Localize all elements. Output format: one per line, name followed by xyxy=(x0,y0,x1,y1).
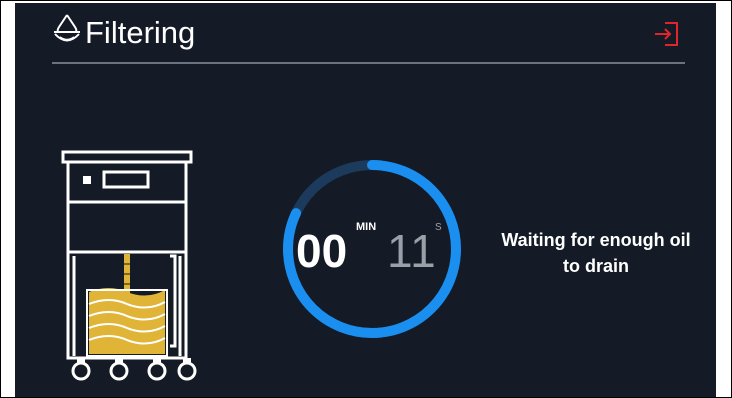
header-divider xyxy=(52,62,685,64)
status-message-line2: to drain xyxy=(563,256,629,276)
oil-drop-filter-icon xyxy=(54,14,80,42)
filtering-screen: Filtering 00 MIN 11 S Waiting for enough… xyxy=(15,3,716,397)
timer-minutes: 00 xyxy=(296,225,348,277)
status-message: Waiting for enough oil to drain xyxy=(481,227,711,279)
timer-seconds-label: S xyxy=(435,222,442,233)
timer-minutes-label: MIN xyxy=(356,221,377,233)
screen-frame: Filtering 00 MIN 11 S Waiting for enough… xyxy=(0,0,732,398)
exit-door-icon[interactable] xyxy=(654,21,680,47)
status-message-line1: Waiting for enough oil xyxy=(501,230,691,250)
page-title: Filtering xyxy=(85,15,196,50)
timer-seconds: 11 xyxy=(387,225,437,277)
fryer-illustration xyxy=(61,150,197,381)
